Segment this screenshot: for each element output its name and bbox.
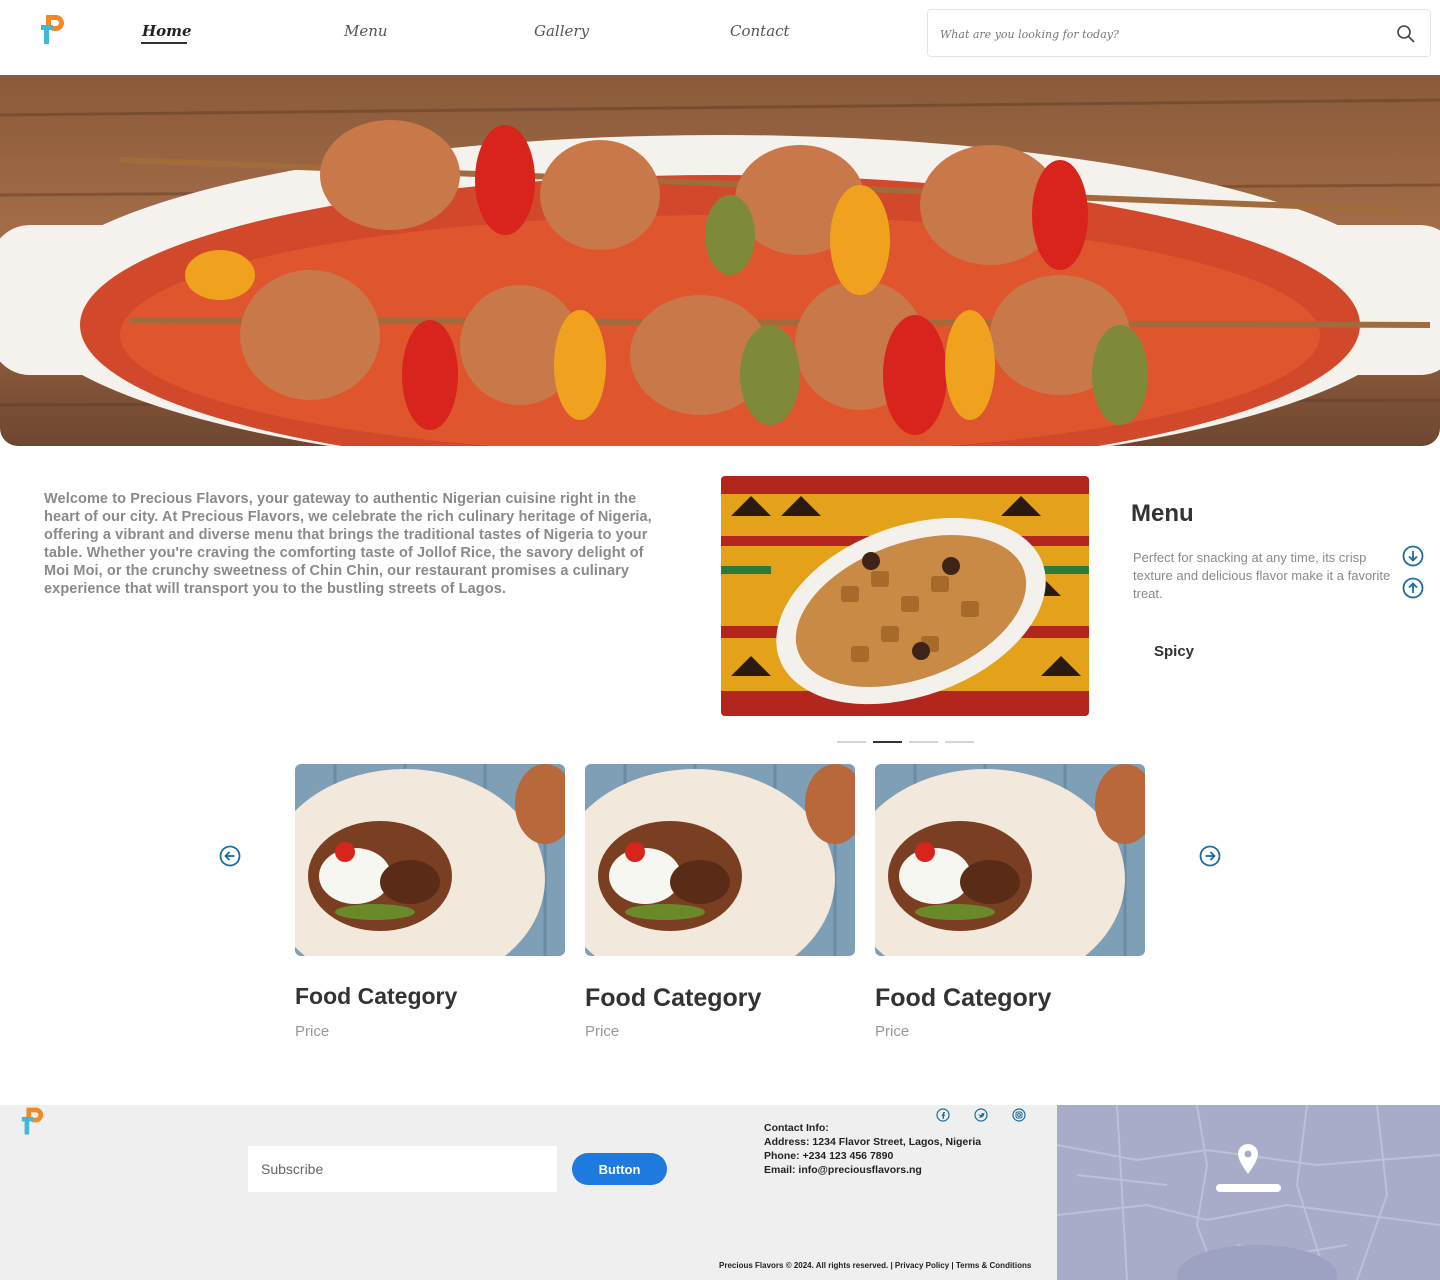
arrow-right-circle-icon[interactable] xyxy=(1199,845,1221,867)
search-icon[interactable] xyxy=(1396,24,1416,44)
separator: | xyxy=(888,1261,895,1270)
map-pin-shadow xyxy=(1216,1184,1281,1192)
brand-logo-icon[interactable] xyxy=(38,13,66,47)
nav-menu[interactable]: Menu xyxy=(344,22,388,40)
food-card[interactable]: Food Category Price xyxy=(875,764,1145,1040)
nav-home[interactable]: Home xyxy=(142,22,192,40)
menu-panel-description: Perfect for snacking at any time, its cr… xyxy=(1133,550,1391,601)
food-card-title: Food Category xyxy=(875,984,1052,1012)
slide-dot-2[interactable] xyxy=(873,741,902,743)
subscribe-button[interactable]: Button xyxy=(572,1153,667,1185)
nav-gallery[interactable]: Gallery xyxy=(534,22,589,40)
slide-dot-4[interactable] xyxy=(945,741,974,743)
menu-panel-tag: Spicy xyxy=(1154,643,1195,660)
facebook-icon[interactable] xyxy=(936,1108,950,1122)
intro-paragraph: Welcome to Precious Flavors, your gatewa… xyxy=(44,491,652,597)
hero-image xyxy=(0,75,1440,446)
copyright-text: Precious Flavors © 2024. All rights rese… xyxy=(719,1261,889,1270)
food-card-price: Price xyxy=(875,1023,910,1040)
arrow-left-circle-icon[interactable] xyxy=(219,845,241,867)
contact-info: Contact Info: Address: 1234 Flavor Stree… xyxy=(764,1121,981,1177)
food-card[interactable]: Food Category Price xyxy=(585,764,855,1040)
copyright-bar: Precious Flavors © 2024. All rights rese… xyxy=(719,1261,1031,1270)
contact-phone[interactable]: Phone: +234 123 456 7890 xyxy=(764,1149,981,1163)
map-pin-icon xyxy=(1238,1144,1258,1174)
slide-dot-1[interactable] xyxy=(837,741,866,743)
food-card-image xyxy=(585,764,855,956)
site-header: Home Menu Gallery Contact xyxy=(0,0,1440,75)
contact-address: Address: 1234 Flavor Street, Lagos, Nige… xyxy=(764,1136,982,1148)
food-card-price: Price xyxy=(585,1023,620,1040)
slide-dot-3[interactable] xyxy=(909,741,938,743)
food-card-title: Food Category xyxy=(295,983,458,1009)
arrow-up-circle-icon[interactable] xyxy=(1402,577,1424,599)
nav-contact[interactable]: Contact xyxy=(730,22,790,40)
separator: | xyxy=(949,1261,956,1270)
food-card-image xyxy=(875,764,1145,956)
food-card[interactable]: Food Category Price xyxy=(295,764,565,1040)
footer-logo-icon[interactable] xyxy=(19,1105,45,1138)
location-map[interactable] xyxy=(1057,1105,1440,1280)
arrow-down-circle-icon[interactable] xyxy=(1402,545,1424,567)
menu-panel-title: Menu xyxy=(1131,500,1194,527)
search-input[interactable] xyxy=(940,22,1380,46)
twitter-icon[interactable] xyxy=(974,1108,988,1122)
contact-heading: Contact Info: xyxy=(764,1122,829,1134)
menu-feature-image xyxy=(721,476,1089,716)
instagram-icon[interactable] xyxy=(1012,1108,1026,1122)
food-card-price: Price xyxy=(295,1023,330,1040)
subscribe-input[interactable] xyxy=(248,1146,557,1192)
search-bar xyxy=(927,9,1431,57)
nav-active-indicator xyxy=(141,42,187,44)
food-card-image xyxy=(295,764,565,956)
food-card-title: Food Category xyxy=(585,984,762,1012)
site-footer: Button Contact Info: Address: 1234 Flavo… xyxy=(0,1105,1440,1280)
privacy-policy-link[interactable]: Privacy Policy xyxy=(895,1261,949,1270)
contact-email[interactable]: Email: info@preciousflavors.ng xyxy=(764,1163,981,1177)
terms-link[interactable]: Terms & Conditions xyxy=(956,1261,1031,1270)
